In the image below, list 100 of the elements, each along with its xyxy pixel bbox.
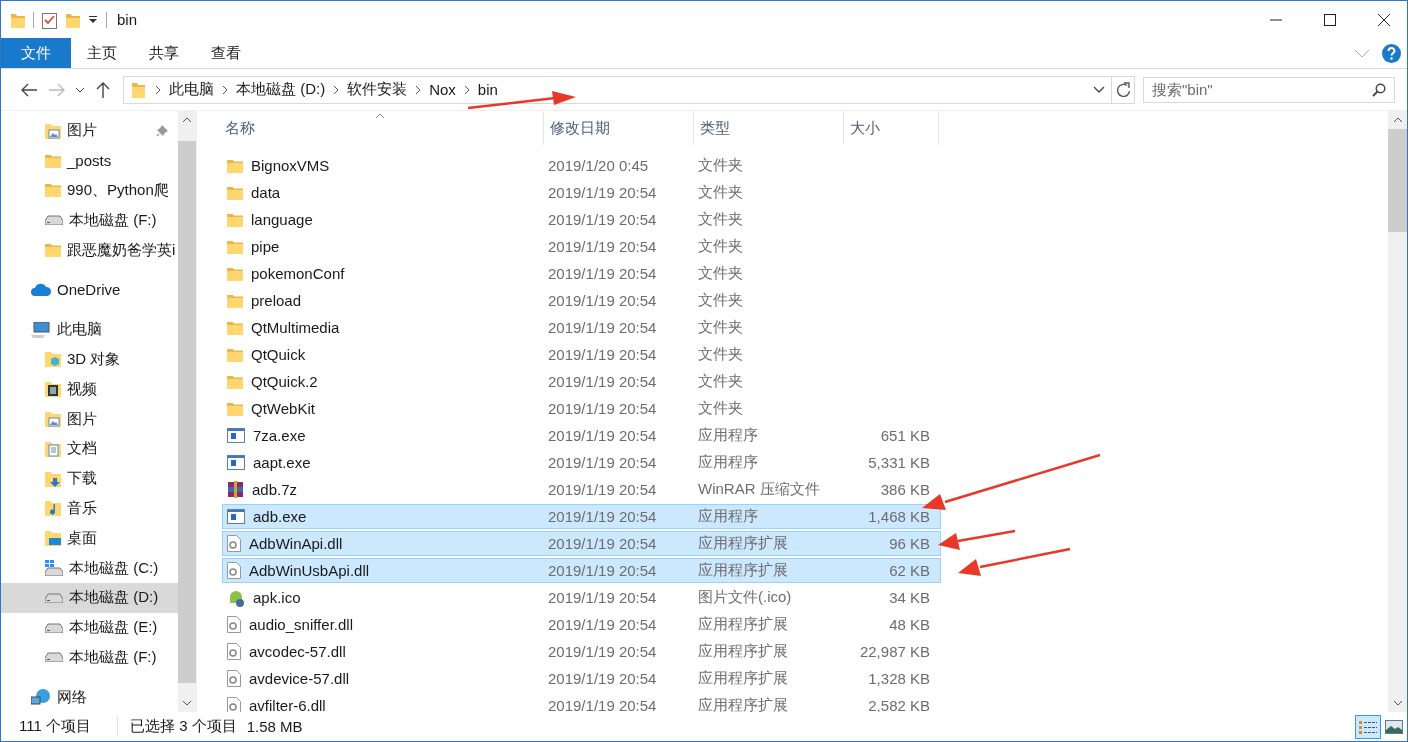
file-row[interactable]: pipe 2019/1/19 20:54 文件夹 [222, 234, 941, 259]
file-row[interactable]: adb.exe 2019/1/19 20:54 应用程序 1,468 KB [222, 504, 941, 529]
file-row[interactable]: data 2019/1/19 20:54 文件夹 [222, 180, 941, 205]
file-row[interactable]: apk.ico 2019/1/19 20:54 图片文件(.ico) 34 KB [222, 585, 941, 610]
column-header[interactable]: 大小 [844, 111, 939, 145]
landscape-picture-icon [1385, 719, 1403, 734]
close-icon [1377, 12, 1391, 27]
drive-icon [45, 652, 63, 663]
sidebar-item[interactable]: 下载 [1, 463, 178, 494]
modified-date: 2019/1/19 20:54 [547, 643, 658, 660]
modified-date: 2019/1/19 20:54 [547, 346, 658, 363]
sidebar-item[interactable]: _posts [1, 145, 178, 176]
sidebar-item[interactable]: 本地磁盘 (E:) [1, 612, 178, 643]
sidebar-item[interactable]: 文档 [1, 433, 178, 464]
scrollbar-thumb[interactable] [1388, 129, 1407, 232]
refresh-icon[interactable] [1115, 81, 1131, 98]
file-name: audio_sniffer.dll [249, 616, 353, 633]
ribbon-tab[interactable]: 主页 [71, 38, 133, 68]
file-row[interactable]: QtWebKit 2019/1/19 20:54 文件夹 [222, 396, 941, 421]
file-row[interactable]: avcodec-57.dll 2019/1/19 20:54 应用程序扩展 22,987 KB [222, 639, 941, 664]
sidebar-item[interactable]: 音乐 [1, 493, 178, 524]
chevron-down-icon[interactable] [1093, 86, 1105, 93]
sidebar-item[interactable]: 跟恶魔奶爸学英i [1, 235, 178, 265]
file-type: 文件夹 [697, 318, 744, 337]
file-menu-tab[interactable]: 文件 [1, 38, 71, 68]
scrollbar[interactable] [1388, 111, 1407, 712]
sidebar-item[interactable]: 本地磁盘 (D:) [1, 582, 178, 613]
file-row[interactable]: audio_sniffer.dll 2019/1/19 20:54 应用程序扩展 48 KB [222, 612, 941, 637]
file-size: 1,468 KB [867, 508, 931, 525]
ribbon-tab[interactable]: 查看 [195, 38, 257, 68]
breadcrumb[interactable]: Nox [425, 81, 460, 98]
sidebar-item[interactable]: 此电脑 [1, 314, 178, 345]
file-row[interactable]: QtQuick.2 2019/1/19 20:54 文件夹 [222, 369, 941, 394]
address-bar[interactable]: 此电脑 本地磁盘 (D:) 软件安装 Nox bin [123, 75, 1135, 104]
scroll-down-icon[interactable] [182, 700, 192, 706]
breadcrumb[interactable]: 软件安装 [343, 80, 412, 99]
sidebar-item[interactable]: 990、Python爬 [1, 175, 178, 206]
file-type: 图片文件(.ico) [697, 588, 793, 607]
file-row[interactable]: pokemonConf 2019/1/19 20:54 文件夹 [222, 261, 941, 286]
breadcrumb[interactable]: 本地磁盘 (D:) [232, 80, 330, 99]
column-header[interactable]: 修改日期 [544, 111, 694, 145]
sidebar-item[interactable]: 本地磁盘 (C:) [1, 553, 178, 583]
file-type: 应用程序 [697, 426, 759, 445]
file-row[interactable]: QtMultimedia 2019/1/19 20:54 文件夹 [222, 315, 941, 340]
sidebar-item[interactable]: 本地磁盘 (F:) [1, 205, 178, 236]
scroll-down-icon[interactable] [1392, 700, 1403, 706]
dropdown-icon[interactable] [88, 15, 98, 24]
sidebar-item[interactable]: 视频 [1, 374, 178, 405]
folder-icon [227, 239, 243, 254]
film-folder-icon [45, 381, 61, 398]
folder-icon [227, 185, 243, 200]
search-field[interactable]: 搜索"bin" [1143, 76, 1395, 103]
chevron-down-icon [75, 86, 85, 93]
sidebar-item[interactable]: 桌面 [1, 523, 178, 554]
file-name: AdbWinApi.dll [249, 535, 343, 552]
details-view-button[interactable] [1355, 714, 1381, 739]
chevron-right-icon[interactable] [155, 84, 161, 95]
ribbon-tab[interactable]: 共享 [133, 38, 195, 68]
properties-icon[interactable] [42, 10, 58, 29]
file-row[interactable]: preload 2019/1/19 20:54 文件夹 [222, 288, 941, 313]
scroll-up-icon[interactable] [1392, 117, 1403, 123]
file-type: 应用程序扩展 [697, 615, 789, 634]
sidebar-item[interactable]: 3D 对象 [1, 344, 178, 375]
help-icon[interactable] [1382, 43, 1401, 63]
chevron-right-icon[interactable] [222, 84, 228, 95]
file-size: 651 KB [879, 427, 931, 444]
file-type: 应用程序扩展 [697, 534, 789, 553]
sidebar-item[interactable]: 网络 [1, 682, 178, 712]
back-arrow-icon [20, 82, 38, 97]
file-row[interactable]: adb.7z 2019/1/19 20:54 WinRAR 压缩文件 386 KB [222, 477, 941, 502]
folder-icon [45, 243, 61, 258]
file-name: pipe [251, 238, 280, 255]
file-row[interactable]: 7za.exe 2019/1/19 20:54 应用程序 651 KB [222, 423, 941, 448]
sidebar-item[interactable]: 图片 [1, 404, 178, 434]
file-row[interactable]: avdevice-57.dll 2019/1/19 20:54 应用程序扩展 1,328 KB [222, 666, 941, 691]
chevron-right-icon[interactable] [463, 84, 470, 95]
file-row[interactable]: AdbWinUsbApi.dll 2019/1/19 20:54 应用程序扩展 62 KB [222, 558, 941, 583]
pin-icon[interactable] [156, 124, 169, 137]
modified-date: 2019/1/19 20:54 [547, 211, 658, 228]
selection-count: 已选择 3 个项目 [116, 717, 237, 736]
file-size: 62 KB [888, 562, 931, 579]
sidebar-item[interactable]: 图片 [1, 116, 178, 146]
chevron-right-icon[interactable] [415, 84, 422, 95]
modified-date: 2019/1/19 20:54 [547, 454, 658, 471]
chevron-right-icon[interactable] [333, 84, 340, 95]
file-row[interactable]: BignoxVMS 2019/1/20 0:45 文件夹 [222, 153, 941, 178]
sidebar-item[interactable]: OneDrive [1, 275, 178, 305]
column-header[interactable]: 类型 [694, 111, 844, 145]
file-row[interactable]: AdbWinApi.dll 2019/1/19 20:54 应用程序扩展 96 KB [222, 531, 941, 556]
sidebar-item[interactable]: 本地磁盘 (F:) [1, 642, 178, 673]
modified-date: 2019/1/19 20:54 [547, 562, 658, 579]
file-row[interactable]: language 2019/1/19 20:54 文件夹 [222, 207, 941, 232]
file-row[interactable]: aapt.exe 2019/1/19 20:54 应用程序 5,331 KB [222, 450, 941, 475]
breadcrumb[interactable]: bin [473, 81, 502, 98]
scroll-up-icon[interactable] [182, 117, 192, 123]
search-icon[interactable] [1372, 82, 1386, 97]
file-name: adb.7z [252, 481, 298, 498]
file-row[interactable]: QtQuick 2019/1/19 20:54 文件夹 [222, 342, 941, 367]
breadcrumb[interactable]: 此电脑 [165, 80, 218, 99]
column-header[interactable]: 名称 [219, 111, 544, 145]
